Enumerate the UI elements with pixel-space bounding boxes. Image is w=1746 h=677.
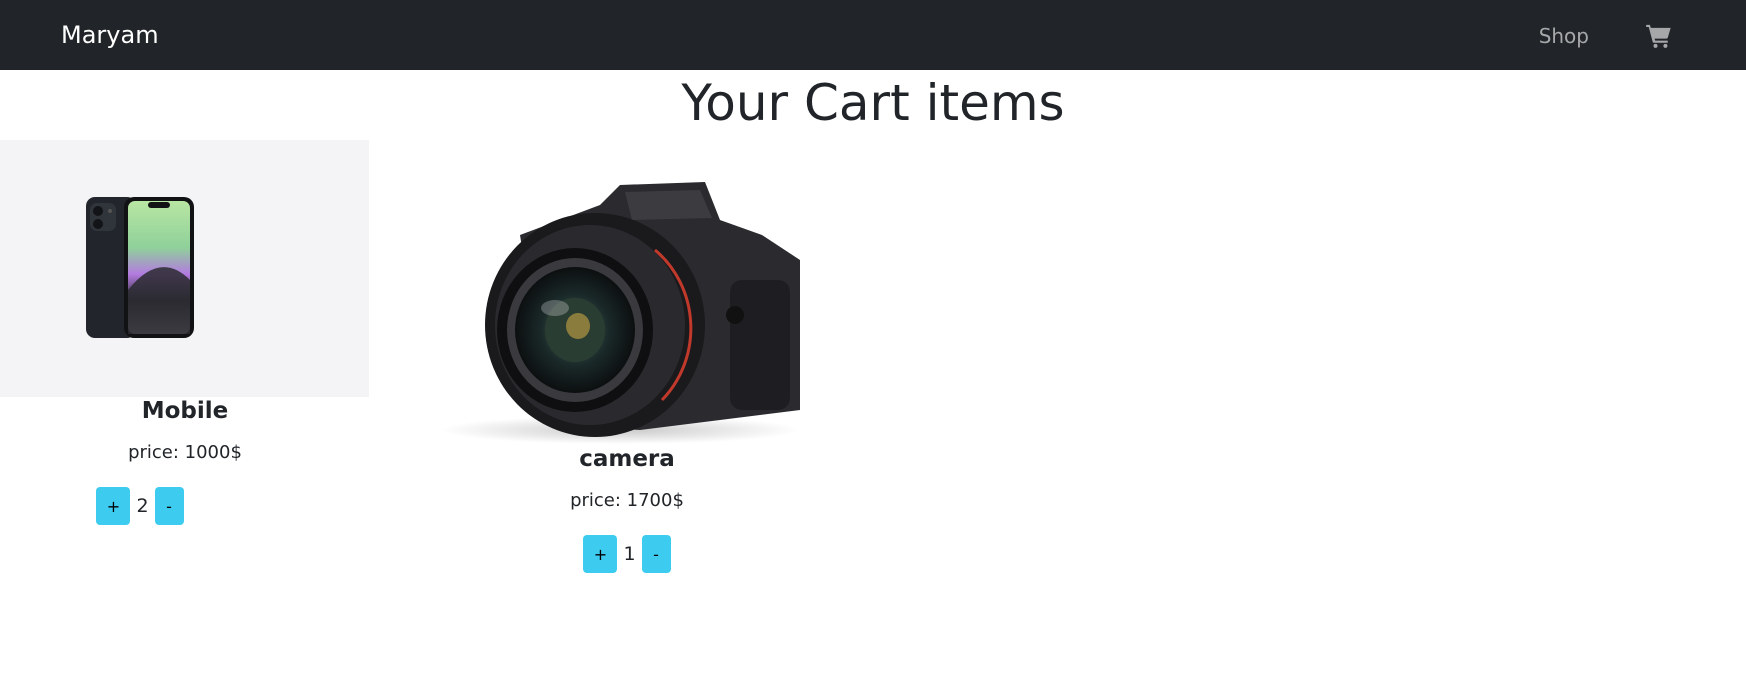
quantity-controls: + 1 - xyxy=(400,535,854,573)
nav-link-shop[interactable]: Shop xyxy=(1539,23,1589,49)
decrease-quantity-button[interactable]: - xyxy=(154,487,184,525)
product-price: price: 1000$ xyxy=(128,442,242,463)
page-title: Your Cart items xyxy=(681,74,1065,132)
shopping-cart-icon[interactable] xyxy=(1645,22,1673,50)
increase-quantity-button[interactable]: + xyxy=(583,535,618,573)
increase-quantity-button[interactable]: + xyxy=(96,487,131,525)
quantity-value: 2 xyxy=(136,495,149,517)
product-name: camera xyxy=(579,446,675,472)
product-image-camera xyxy=(400,140,800,445)
product-price: price: 1700$ xyxy=(570,490,684,511)
product-name: Mobile xyxy=(141,398,229,424)
cart-item-mobile: Mobile price: 1000$ + 2 - xyxy=(0,140,370,540)
decrease-quantity-button[interactable]: - xyxy=(641,535,671,573)
quantity-controls: + 2 - xyxy=(0,487,280,525)
smartphone-image xyxy=(86,197,194,338)
camera-image xyxy=(440,182,800,444)
product-image-mobile xyxy=(0,140,369,397)
brand-link[interactable]: Maryam xyxy=(61,20,159,50)
cart-item-camera: camera price: 1700$ + 1 - xyxy=(400,140,854,580)
quantity-value: 1 xyxy=(623,543,636,565)
top-navbar: Maryam Shop xyxy=(0,0,1746,70)
